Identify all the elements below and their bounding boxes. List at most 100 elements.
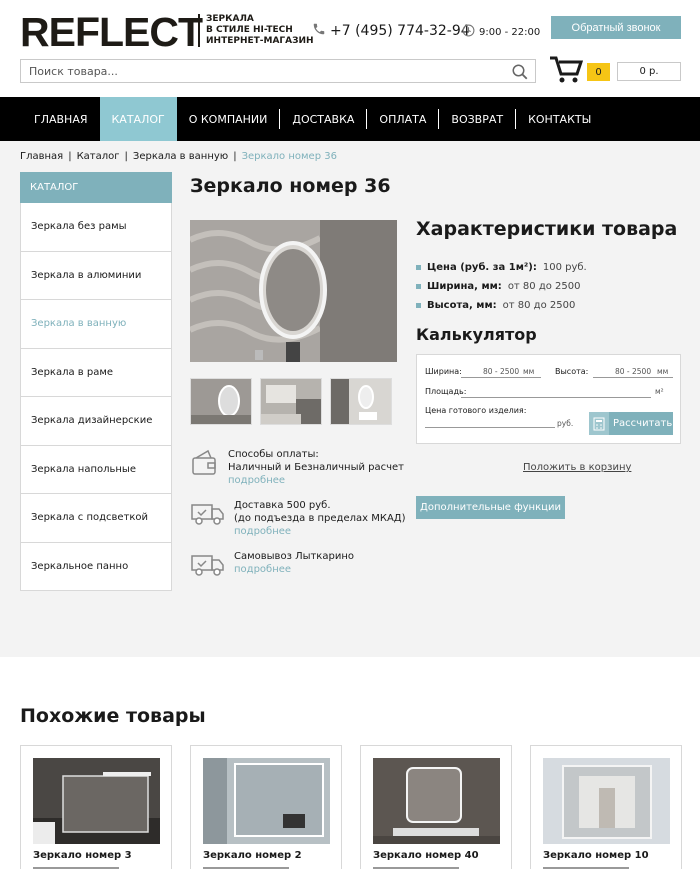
calculator-panel: Ширина: 80 - 2500 мм Высота: 80 - 2500 м… xyxy=(416,354,681,444)
photo-thumbnails xyxy=(190,378,392,425)
more-link[interactable]: подробнее xyxy=(234,563,354,576)
product-thumbnail[interactable] xyxy=(203,758,330,844)
nav-item-delivery[interactable]: ДОСТАВКА xyxy=(280,97,366,141)
breadcrumb-separator: | xyxy=(68,151,72,162)
breadcrumb-link[interactable]: Каталог xyxy=(77,151,120,162)
nav-item-return[interactable]: ВОЗВРАТ xyxy=(439,97,515,141)
height-label: Высота: xyxy=(555,367,589,376)
add-to-cart-link[interactable]: Положить в корзину xyxy=(523,462,631,473)
payment-info: Способы оплаты: Наличный и Безналичный р… xyxy=(190,448,406,487)
cart-icon[interactable] xyxy=(549,55,584,88)
delivery-info: Доставка 500 руб. (до подъезда в предела… xyxy=(190,499,406,538)
bullet xyxy=(416,265,421,270)
pickup-info: Самовывоз Лыткарино подробнее xyxy=(190,550,406,581)
width-label: Ширина: xyxy=(425,367,462,376)
thumbnail[interactable] xyxy=(190,378,252,425)
sidebar-item-backlit[interactable]: Зеркала с подсветкой xyxy=(20,494,172,543)
width-input[interactable] xyxy=(461,377,541,378)
cart-count-badge: 0 xyxy=(587,63,610,81)
similar-title: Похожие товары xyxy=(20,705,206,727)
spec-value: от 80 до 2500 xyxy=(507,281,581,292)
extra-functions-button[interactable]: Дополнительные функции xyxy=(416,496,565,519)
info-title: Доставка 500 руб. xyxy=(234,500,331,511)
product-thumbnail[interactable] xyxy=(33,758,160,844)
sidebar-item-frameless[interactable]: Зеркала без рамы xyxy=(20,203,172,252)
sidebar-item-floor[interactable]: Зеркала напольные xyxy=(20,445,172,494)
product-section: Главная | Каталог | Зеркала в ванную | З… xyxy=(0,141,700,657)
catalog-sidebar: КАТАЛОГ Зеркала без рамы Зеркала в алюми… xyxy=(20,172,172,591)
nav-item-home[interactable]: ГЛАВНАЯ xyxy=(22,97,100,141)
calculate-button[interactable]: Рассчитать xyxy=(589,412,673,435)
callback-button[interactable]: Обратный звонок xyxy=(551,16,681,39)
clock-icon xyxy=(462,24,475,40)
product-name[interactable]: Зеркало номер 40 xyxy=(373,850,479,861)
sidebar-item-aluminium[interactable]: Зеркала в алюминии xyxy=(20,251,172,300)
site-logo[interactable]: REFLECT xyxy=(20,12,203,53)
specs-list: Цена (руб. за 1м²): 100 руб. Ширина, мм:… xyxy=(416,258,587,315)
site-header: REFLECT ЗЕРКАЛА В СТИЛЕ HI-TECH ИНТЕРНЕТ… xyxy=(0,0,700,97)
search-icon[interactable] xyxy=(511,63,529,84)
sidebar-item-designer[interactable]: Зеркала дизайнерские xyxy=(20,397,172,446)
product-title: Зеркало номер 36 xyxy=(190,175,391,197)
truck-icon xyxy=(190,550,226,581)
area-output xyxy=(461,397,651,398)
breadcrumb-link[interactable]: Зеркала в ванную xyxy=(133,151,228,162)
more-link[interactable]: подробнее xyxy=(228,474,404,487)
breadcrumb-link[interactable]: Главная xyxy=(20,151,63,162)
info-title: Самовывоз Лыткарино xyxy=(234,551,354,562)
sidebar-item-framed[interactable]: Зеркала в раме xyxy=(20,348,172,397)
purchase-info: Способы оплаты: Наличный и Безналичный р… xyxy=(190,448,406,593)
sidebar-item-panel[interactable]: Зеркальное панно xyxy=(20,542,172,591)
product-card[interactable]: Зеркало номер 10 xyxy=(530,745,682,869)
sidebar-heading: КАТАЛОГ xyxy=(20,172,172,203)
product-thumbnail[interactable] xyxy=(543,758,670,844)
product-card[interactable]: Зеркало номер 3 xyxy=(20,745,172,869)
width-hint: 80 - 2500 xyxy=(483,367,520,376)
price-label: Цена готового изделия: xyxy=(425,406,527,415)
sidebar-item-bathroom[interactable]: Зеркала в ванную xyxy=(20,300,172,349)
calculate-label: Рассчитать xyxy=(613,418,673,429)
breadcrumb-separator: | xyxy=(233,151,237,162)
product-main-photo[interactable] xyxy=(190,220,397,362)
breadcrumb: Главная | Каталог | Зеркала в ванную | З… xyxy=(20,151,337,162)
area-label: Площадь: xyxy=(425,387,467,396)
price-output xyxy=(425,427,555,428)
phone-icon xyxy=(312,22,326,40)
height-hint: 80 - 2500 xyxy=(615,367,652,376)
phone-contact[interactable]: +7 (495) 774-32-94 xyxy=(312,22,470,40)
main-nav: ГЛАВНАЯ КАТАЛОГ О КОМПАНИИ ДОСТАВКА ОПЛА… xyxy=(0,97,700,141)
product-card[interactable]: Зеркало номер 40 xyxy=(360,745,512,869)
search-input[interactable] xyxy=(21,60,501,82)
bullet xyxy=(416,284,421,289)
hours-text: 9:00 - 22:00 xyxy=(479,26,541,38)
width-unit: мм xyxy=(523,367,535,376)
thumbnail[interactable] xyxy=(260,378,322,425)
tagline: ЗЕРКАЛА В СТИЛЕ HI-TECH ИНТЕРНЕТ-МАГАЗИН xyxy=(198,14,314,47)
spec-row: Ширина, мм: от 80 до 2500 xyxy=(416,277,587,296)
height-input[interactable] xyxy=(593,377,673,378)
breadcrumb-current: Зеркало номер 36 xyxy=(241,151,337,162)
product-thumbnail[interactable] xyxy=(373,758,500,844)
info-detail: (до подъезда в пределах МКАД) xyxy=(234,513,406,524)
specs-title: Характеристики товара xyxy=(416,218,678,240)
nav-item-contacts[interactable]: КОНТАКТЫ xyxy=(516,97,603,141)
nav-item-catalog[interactable]: КАТАЛОГ xyxy=(99,97,177,141)
product-name[interactable]: Зеркало номер 2 xyxy=(203,850,302,861)
tagline-line: В СТИЛЕ HI-TECH xyxy=(206,25,293,35)
info-title: Способы оплаты: xyxy=(228,449,319,460)
spec-key: Ширина, мм: xyxy=(427,281,502,292)
breadcrumb-separator: | xyxy=(124,151,128,162)
nav-item-payment[interactable]: ОПЛАТА xyxy=(367,97,438,141)
product-name[interactable]: Зеркало номер 3 xyxy=(33,850,132,861)
calculator-title: Калькулятор xyxy=(416,325,537,344)
product-name[interactable]: Зеркало номер 10 xyxy=(543,850,649,861)
thumbnail[interactable] xyxy=(330,378,392,425)
height-unit: мм xyxy=(657,367,669,376)
product-card[interactable]: Зеркало номер 2 xyxy=(190,745,342,869)
more-link[interactable]: подробнее xyxy=(234,525,406,538)
nav-item-about[interactable]: О КОМПАНИИ xyxy=(177,97,280,141)
spec-value: от 80 до 2500 xyxy=(502,300,576,311)
similar-products: Зеркало номер 3 Зеркало номер 2 Зеркало … xyxy=(20,745,682,869)
spec-key: Высота, мм: xyxy=(427,300,497,311)
cart-link[interactable] xyxy=(549,55,584,88)
